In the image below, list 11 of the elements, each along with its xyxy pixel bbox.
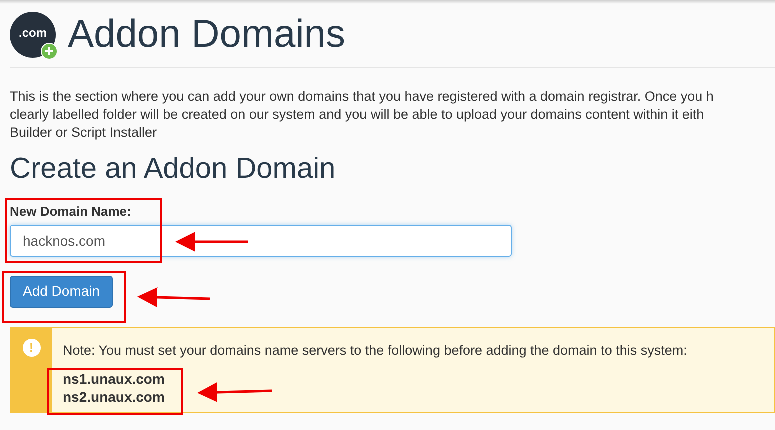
alert-note: Note: You must set your domains name servers to the following before adding the domain to this system: bbox=[63, 342, 688, 360]
warning-icon: ! bbox=[22, 338, 40, 356]
domain-icon: .com bbox=[10, 12, 56, 58]
intro-paragraph: This is the section where you can add your own domains that you have registered with a domain registrar. Once you h clearly labelled folder will be created on our system and you will be able to upload your domains content within it eith Builder or Script Installer bbox=[10, 88, 715, 142]
domain-name-field[interactable]: hacknos.com bbox=[10, 224, 512, 256]
name-server: ns2.unaux.com bbox=[63, 388, 165, 406]
add-domain-button[interactable]: Add Domain bbox=[10, 276, 114, 308]
page-title: Addon Domains bbox=[68, 12, 346, 58]
name-server: ns1.unaux.com bbox=[63, 370, 165, 388]
section-heading: Create an Addon Domain bbox=[10, 152, 337, 186]
field-label: New Domain Name: bbox=[10, 203, 132, 221]
